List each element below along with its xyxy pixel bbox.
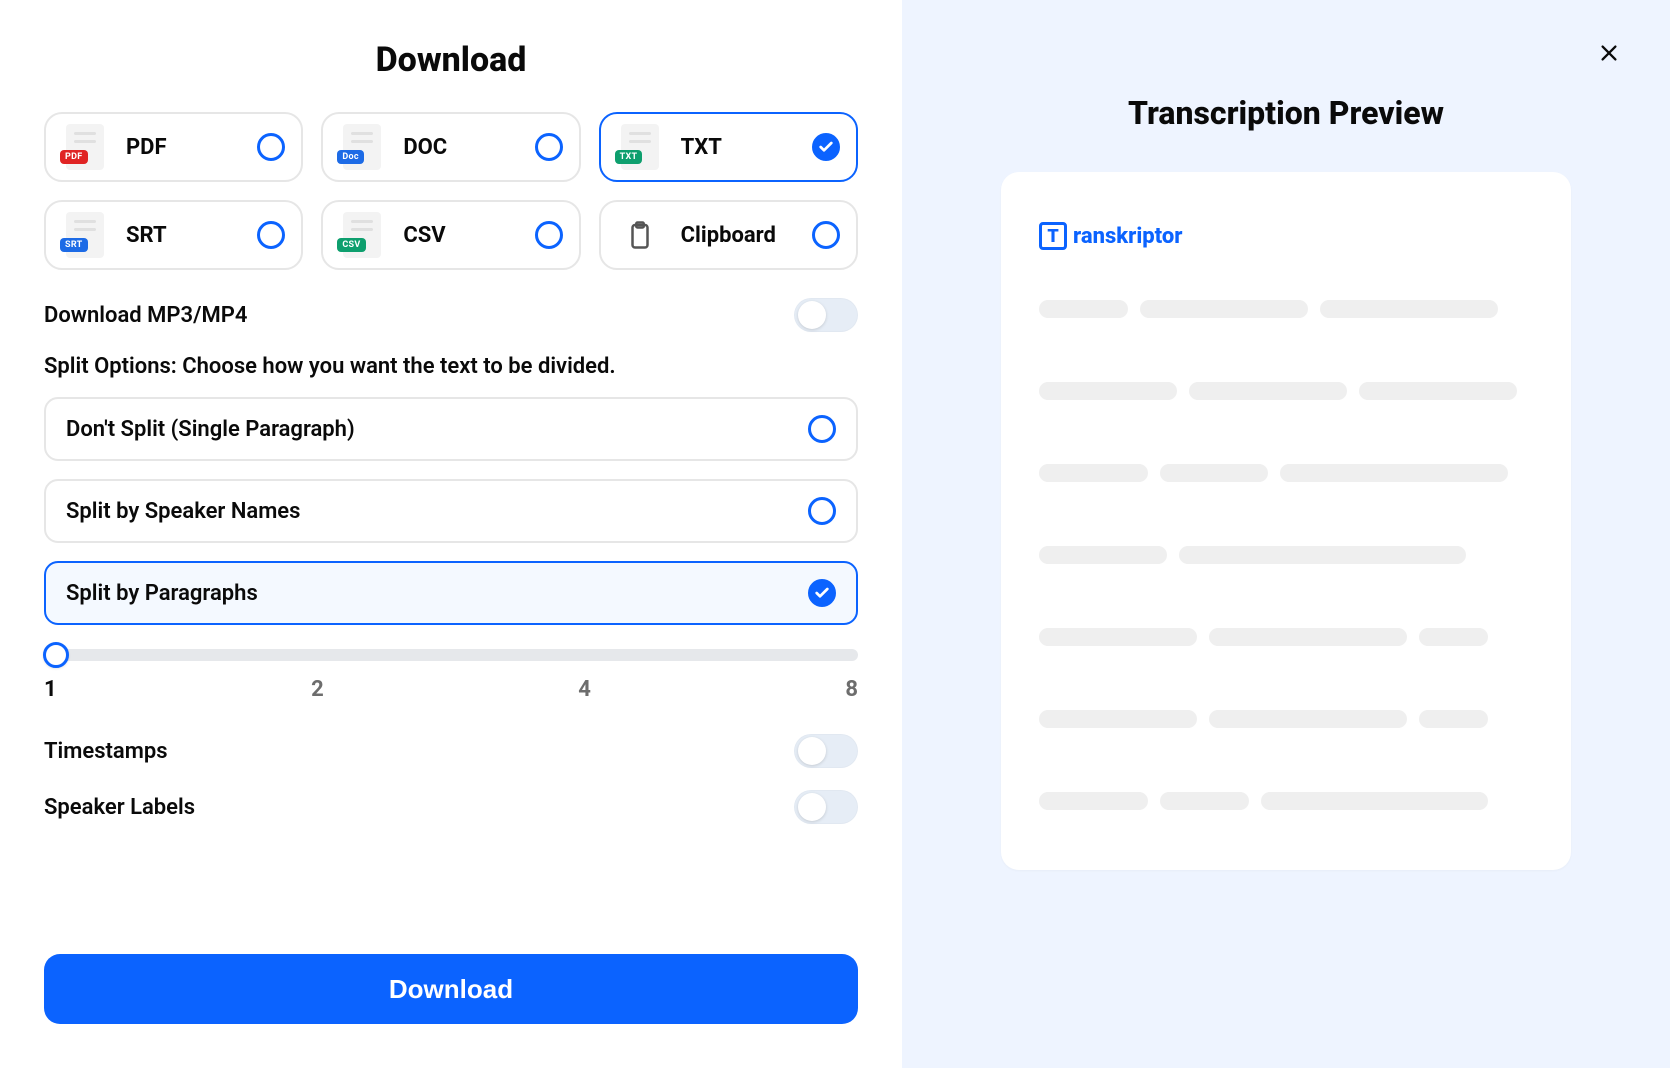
radio-unchecked	[812, 221, 840, 249]
srt-file-icon: SRT	[62, 212, 108, 258]
split-option-label: Split by Speaker Names	[66, 499, 300, 524]
split-options-list: Don't Split (Single Paragraph) Split by …	[44, 397, 858, 625]
preview-card: Transkriptor	[1001, 172, 1571, 870]
pdf-file-icon: PDF	[62, 124, 108, 170]
format-label: Clipboard	[681, 223, 812, 248]
format-label: CSV	[403, 223, 534, 248]
skeleton-row	[1039, 628, 1533, 646]
preview-title: Transcription Preview	[1128, 94, 1444, 132]
split-options-heading: Split Options: Choose how you want the t…	[44, 354, 858, 379]
split-option-dont-split[interactable]: Don't Split (Single Paragraph)	[44, 397, 858, 461]
format-label: PDF	[126, 135, 257, 160]
format-card-csv[interactable]: CSV CSV	[321, 200, 580, 270]
radio-checked	[808, 579, 836, 607]
paragraph-length-slider[interactable]	[44, 645, 858, 661]
radio-unchecked	[535, 221, 563, 249]
skeleton-row	[1039, 300, 1533, 318]
brand-logo: Transkriptor	[1039, 222, 1533, 250]
doc-file-icon: Doc	[339, 124, 385, 170]
media-download-toggle[interactable]	[794, 298, 858, 332]
skeleton-row	[1039, 382, 1533, 400]
slider-thumb[interactable]	[43, 642, 69, 668]
format-card-doc[interactable]: Doc DOC	[321, 112, 580, 182]
radio-unchecked	[808, 497, 836, 525]
radio-unchecked	[535, 133, 563, 161]
download-button[interactable]: Download	[44, 954, 858, 1024]
split-option-label: Split by Paragraphs	[66, 581, 258, 606]
page-title: Download	[44, 40, 858, 80]
radio-unchecked	[257, 221, 285, 249]
download-options-panel: Download PDF PDF Doc DOC	[0, 0, 902, 1068]
csv-file-icon: CSV	[339, 212, 385, 258]
skeleton-row	[1039, 464, 1533, 482]
txt-file-icon: TXT	[617, 124, 663, 170]
format-card-srt[interactable]: SRT SRT	[44, 200, 303, 270]
clipboard-icon	[617, 212, 663, 258]
split-option-label: Don't Split (Single Paragraph)	[66, 417, 355, 442]
slider-tick: 1	[44, 677, 57, 702]
timestamps-row: Timestamps	[44, 734, 858, 768]
brand-name: ranskriptor	[1073, 224, 1182, 249]
speaker-labels-row: Speaker Labels	[44, 790, 858, 824]
download-dialog: Download PDF PDF Doc DOC	[0, 0, 1670, 1068]
preview-skeleton	[1039, 300, 1533, 810]
brand-logo-icon: T	[1039, 222, 1067, 250]
format-card-clipboard[interactable]: Clipboard	[599, 200, 858, 270]
slider-tick: 2	[311, 677, 324, 702]
close-icon[interactable]	[1594, 38, 1624, 68]
skeleton-row	[1039, 546, 1533, 564]
split-option-paragraphs[interactable]: Split by Paragraphs	[44, 561, 858, 625]
speaker-labels-toggle[interactable]	[794, 790, 858, 824]
timestamps-toggle[interactable]	[794, 734, 858, 768]
skeleton-row	[1039, 710, 1533, 728]
media-download-label: Download MP3/MP4	[44, 303, 247, 328]
split-option-speaker-names[interactable]: Split by Speaker Names	[44, 479, 858, 543]
radio-checked	[812, 133, 840, 161]
format-label: SRT	[126, 223, 257, 248]
preview-panel: Transcription Preview Transkriptor	[902, 0, 1670, 1068]
format-grid: PDF PDF Doc DOC TXT TXT	[44, 112, 858, 270]
media-download-row: Download MP3/MP4	[44, 298, 858, 332]
format-card-txt[interactable]: TXT TXT	[599, 112, 858, 182]
skeleton-row	[1039, 792, 1533, 810]
format-label: TXT	[681, 135, 812, 160]
radio-unchecked	[257, 133, 285, 161]
radio-unchecked	[808, 415, 836, 443]
speaker-labels-label: Speaker Labels	[44, 795, 195, 820]
slider-tick: 8	[845, 677, 858, 702]
format-label: DOC	[403, 135, 534, 160]
slider-ticks: 1 2 4 8	[44, 677, 858, 702]
format-card-pdf[interactable]: PDF PDF	[44, 112, 303, 182]
slider-tick: 4	[578, 677, 591, 702]
timestamps-label: Timestamps	[44, 739, 168, 764]
